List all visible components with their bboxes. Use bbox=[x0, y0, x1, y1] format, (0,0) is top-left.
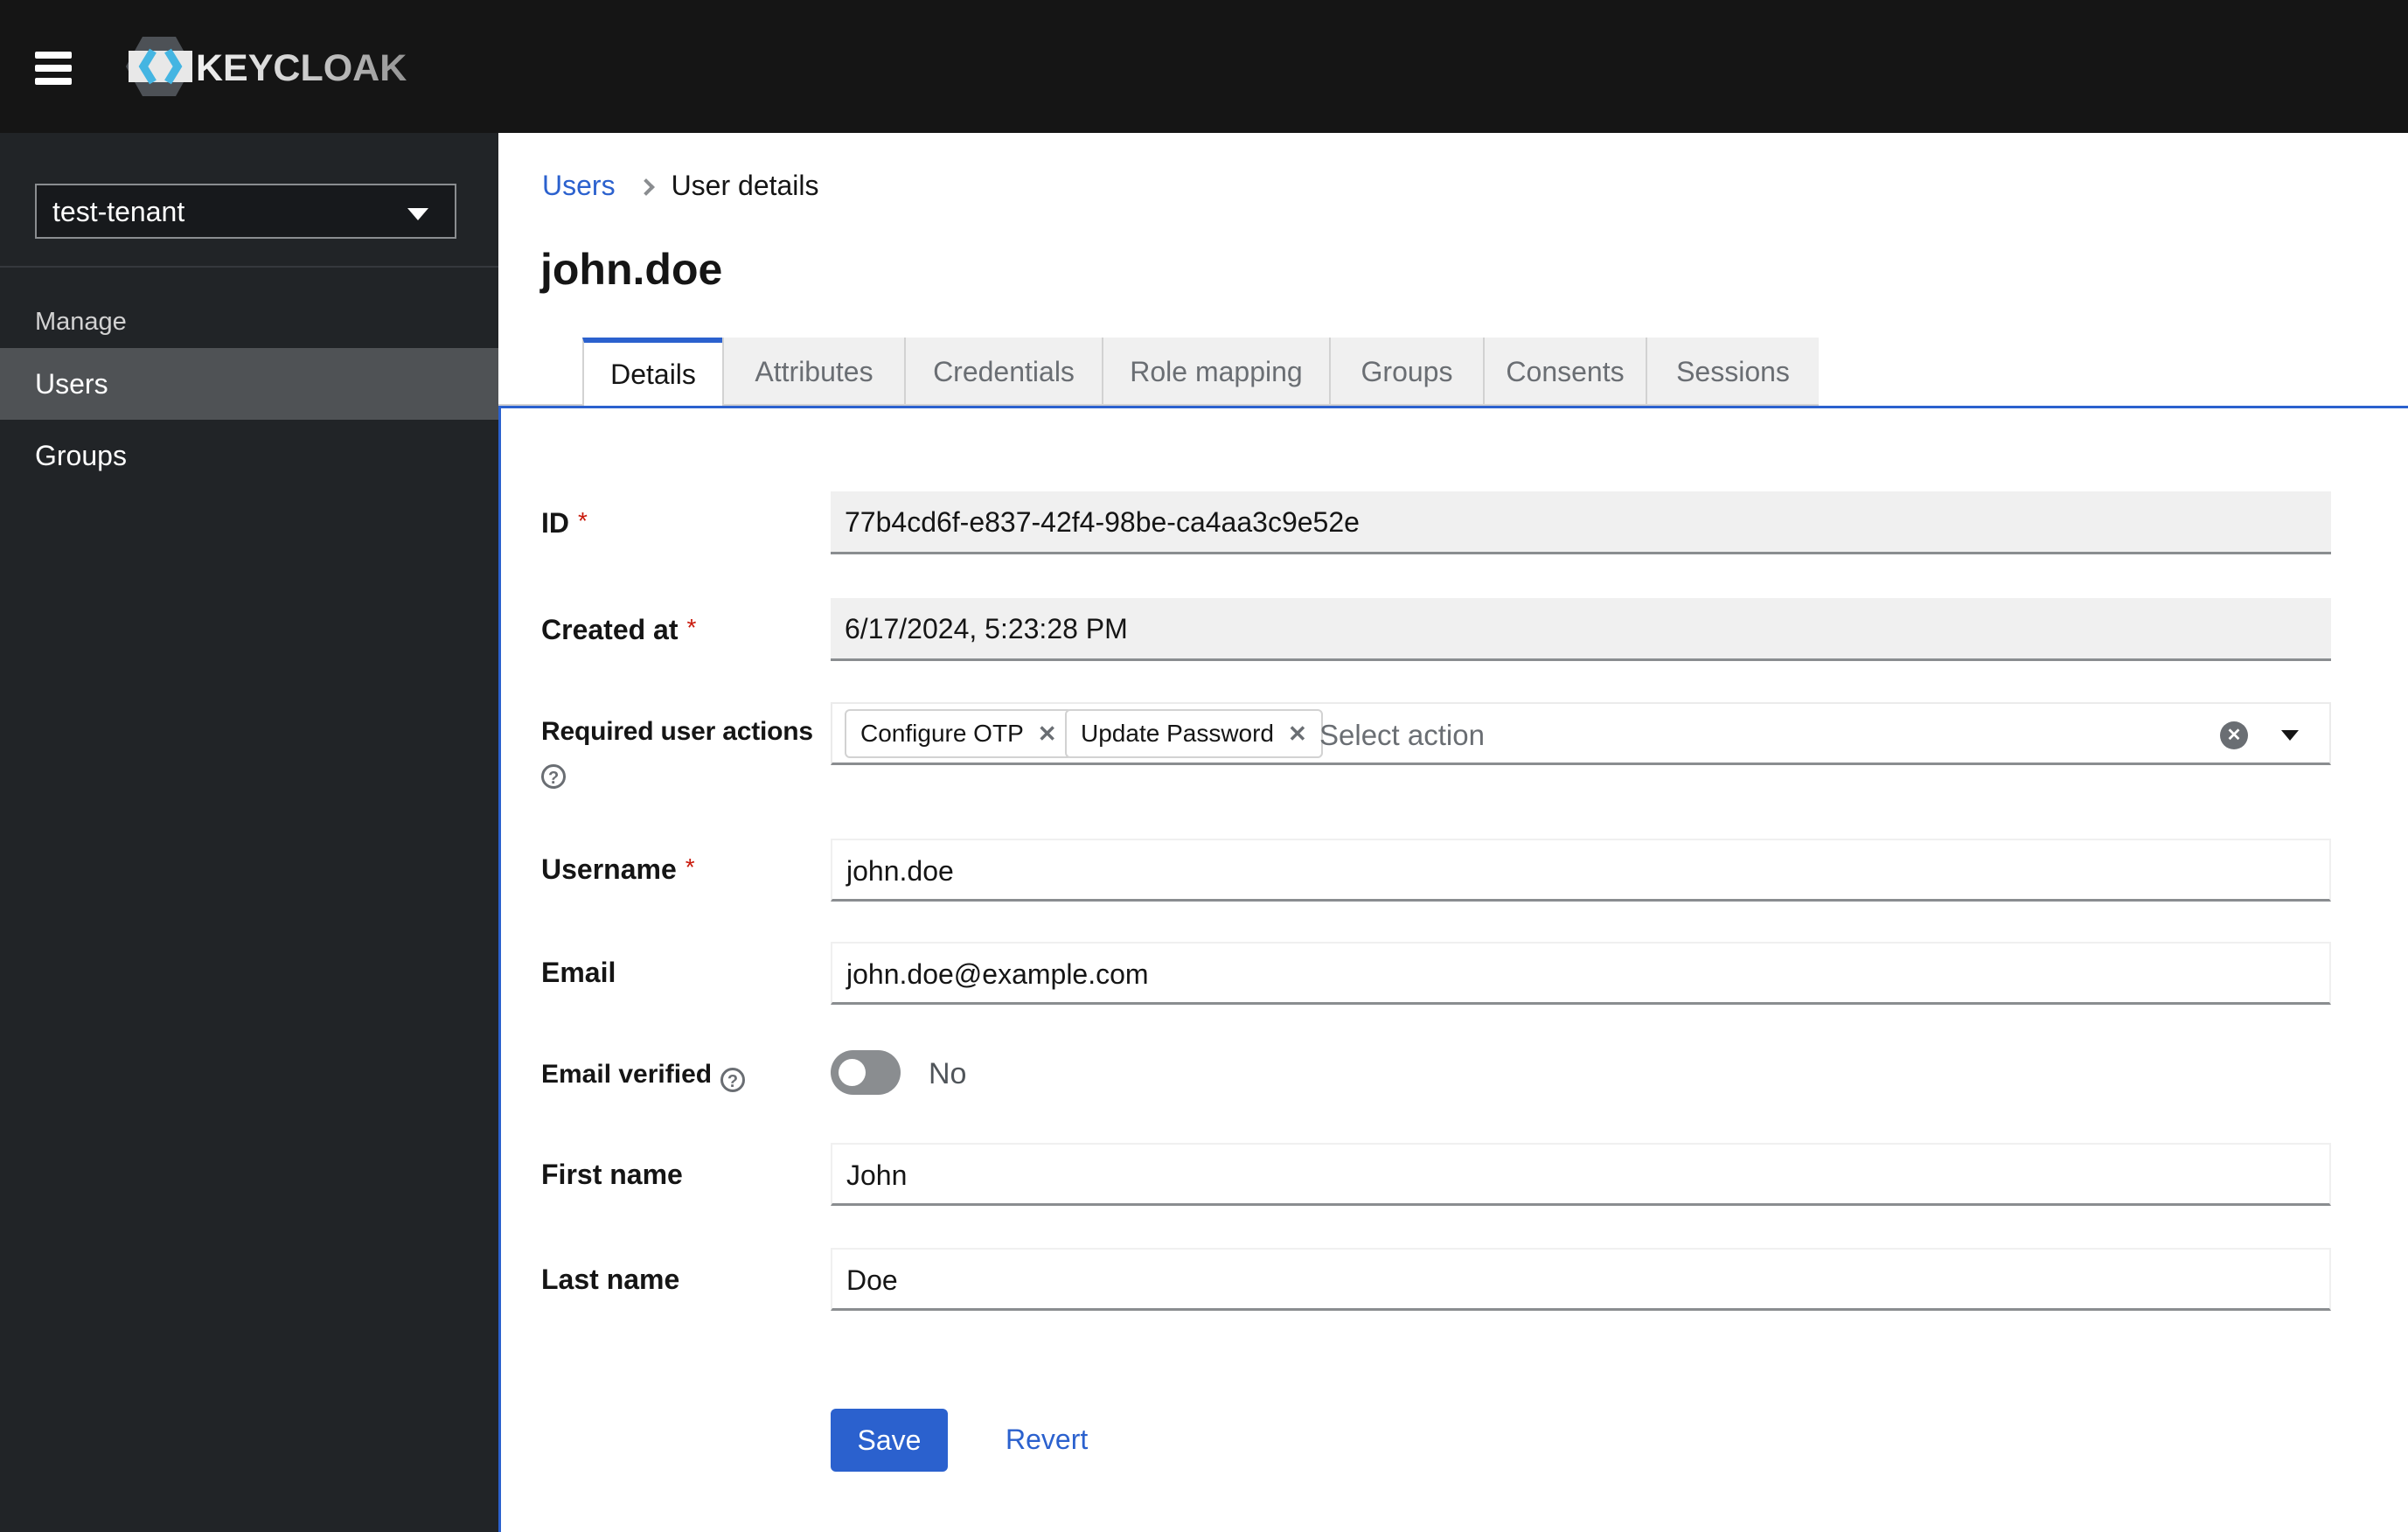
svg-text:KEYCLOAK: KEYCLOAK bbox=[196, 47, 407, 89]
